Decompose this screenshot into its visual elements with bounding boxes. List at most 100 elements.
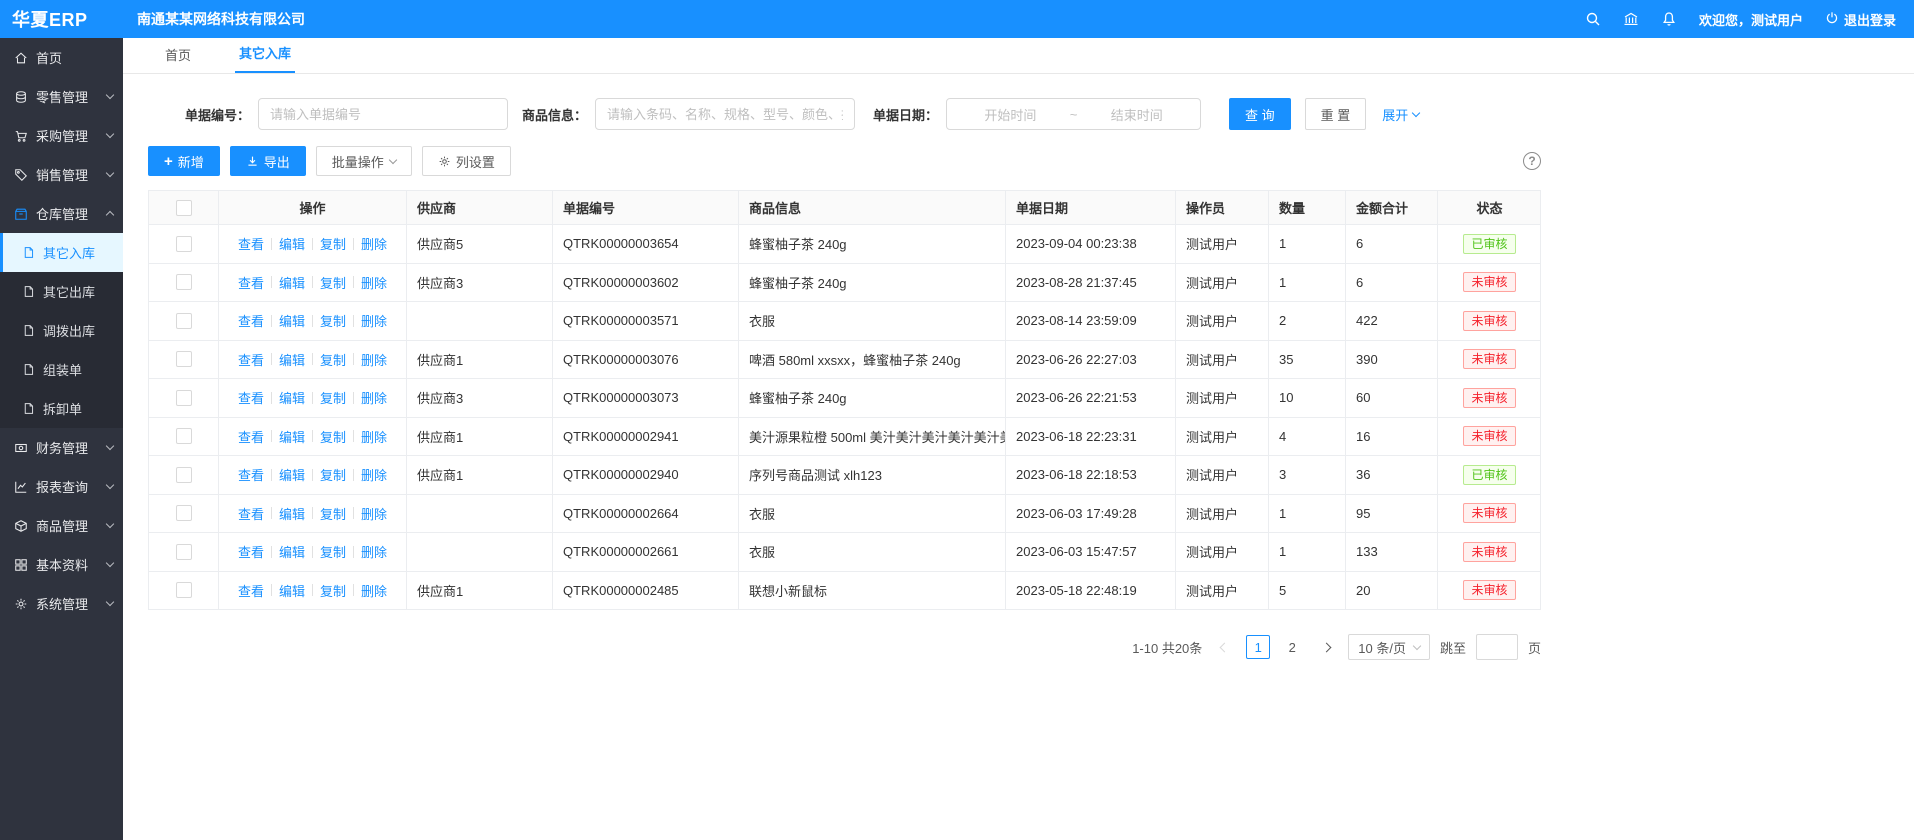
delete-link[interactable]: 删除: [361, 311, 387, 330]
expand-filters-link[interactable]: 展开: [1382, 105, 1419, 124]
divider: [353, 238, 354, 250]
view-link[interactable]: 查看: [238, 311, 264, 330]
row-checkbox[interactable]: [176, 467, 192, 483]
select-all-checkbox[interactable]: [176, 200, 192, 216]
edit-link[interactable]: 编辑: [279, 542, 305, 561]
sidebar-item-sales[interactable]: 销售管理: [0, 155, 123, 194]
row-checkbox[interactable]: [176, 274, 192, 290]
sidebar-subitem-assembly[interactable]: 组装单: [0, 350, 123, 389]
tab-home[interactable]: 首页: [161, 45, 195, 73]
delete-link[interactable]: 删除: [361, 581, 387, 600]
view-link[interactable]: 查看: [238, 234, 264, 253]
delete-link[interactable]: 删除: [361, 388, 387, 407]
copy-link[interactable]: 复制: [320, 350, 346, 369]
prev-page-button[interactable]: [1212, 635, 1236, 659]
view-link[interactable]: 查看: [238, 388, 264, 407]
qty-cell: 5: [1269, 572, 1346, 610]
welcome-text: 欢迎您，测试用户: [1699, 10, 1803, 29]
sidebar-item-purchase[interactable]: 采购管理: [0, 116, 123, 155]
view-link[interactable]: 查看: [238, 542, 264, 561]
date-range-input[interactable]: 开始时间 ~ 结束时间: [946, 98, 1201, 130]
export-button[interactable]: 导出: [230, 146, 306, 176]
column-settings-button[interactable]: 列设置: [422, 146, 511, 176]
sidebar-item-retail[interactable]: 零售管理: [0, 77, 123, 116]
copy-link[interactable]: 复制: [320, 388, 346, 407]
next-page-button[interactable]: [1314, 635, 1338, 659]
edit-link[interactable]: 编辑: [279, 234, 305, 253]
edit-link[interactable]: 编辑: [279, 427, 305, 446]
sidebar-subitem-disassembly[interactable]: 拆卸单: [0, 389, 123, 428]
divider: [271, 315, 272, 327]
edit-link[interactable]: 编辑: [279, 388, 305, 407]
delete-link[interactable]: 删除: [361, 504, 387, 523]
page-1-button[interactable]: 1: [1246, 635, 1270, 659]
sidebar-item-warehouse[interactable]: 仓库管理: [0, 194, 123, 233]
batch-operations-button[interactable]: 批量操作: [316, 146, 412, 176]
edit-link[interactable]: 编辑: [279, 465, 305, 484]
copy-link[interactable]: 复制: [320, 581, 346, 600]
delete-link[interactable]: 删除: [361, 350, 387, 369]
view-link[interactable]: 查看: [238, 504, 264, 523]
sidebar-subitem-other-inbound[interactable]: 其它入库: [0, 233, 123, 272]
copy-link[interactable]: 复制: [320, 273, 346, 292]
copy-link[interactable]: 复制: [320, 465, 346, 484]
row-checkbox[interactable]: [176, 428, 192, 444]
view-link[interactable]: 查看: [238, 581, 264, 600]
edit-link[interactable]: 编辑: [279, 311, 305, 330]
notification-bell-icon[interactable]: [1661, 11, 1677, 27]
row-checkbox[interactable]: [176, 313, 192, 329]
delete-link[interactable]: 删除: [361, 542, 387, 561]
row-checkbox[interactable]: [176, 582, 192, 598]
sidebar-subitem-transfer-outbound[interactable]: 调拨出库: [0, 311, 123, 350]
divider: [312, 546, 313, 558]
row-checkbox[interactable]: [176, 351, 192, 367]
reset-button[interactable]: 重 置: [1305, 98, 1367, 130]
page-size-select[interactable]: 10 条/页: [1348, 634, 1430, 660]
edit-link[interactable]: 编辑: [279, 350, 305, 369]
row-checkbox[interactable]: [176, 236, 192, 252]
copy-link[interactable]: 复制: [320, 311, 346, 330]
copy-link[interactable]: 复制: [320, 504, 346, 523]
sidebar-item-finance[interactable]: 财务管理: [0, 428, 123, 467]
row-actions: 查看 编辑 复制 删除: [219, 495, 407, 533]
tab-other-inbound[interactable]: 其它入库: [235, 43, 295, 73]
search-button[interactable]: 查 询: [1229, 98, 1291, 130]
sidebar-subitem-other-outbound[interactable]: 其它出库: [0, 272, 123, 311]
sidebar-item-products[interactable]: 商品管理: [0, 506, 123, 545]
tenant-icon[interactable]: [1623, 11, 1639, 27]
product-info-input[interactable]: [595, 98, 855, 130]
page-2-button[interactable]: 2: [1280, 635, 1304, 659]
view-link[interactable]: 查看: [238, 273, 264, 292]
view-link[interactable]: 查看: [238, 465, 264, 484]
copy-link[interactable]: 复制: [320, 542, 346, 561]
row-checkbox[interactable]: [176, 544, 192, 560]
edit-link[interactable]: 编辑: [279, 581, 305, 600]
edit-link[interactable]: 编辑: [279, 504, 305, 523]
delete-link[interactable]: 删除: [361, 234, 387, 253]
chevron-left-icon: [1219, 642, 1229, 652]
view-link[interactable]: 查看: [238, 427, 264, 446]
logout-button[interactable]: 退出登录: [1825, 10, 1896, 29]
row-checkbox[interactable]: [176, 505, 192, 521]
delete-link[interactable]: 删除: [361, 465, 387, 484]
view-link[interactable]: 查看: [238, 350, 264, 369]
edit-link[interactable]: 编辑: [279, 273, 305, 292]
delete-link[interactable]: 删除: [361, 427, 387, 446]
help-icon[interactable]: ?: [1523, 152, 1541, 170]
delete-link[interactable]: 删除: [361, 273, 387, 292]
doc-no-input[interactable]: [258, 98, 508, 130]
sidebar-item-home[interactable]: 首页: [0, 38, 123, 77]
header-product: 商品信息: [739, 191, 1006, 224]
date-cell: 2023-06-26 22:21:53: [1006, 379, 1176, 417]
search-icon[interactable]: [1585, 11, 1601, 27]
add-button[interactable]: + 新增: [148, 146, 220, 176]
sidebar-item-basic-data[interactable]: 基本资料: [0, 545, 123, 584]
copy-link[interactable]: 复制: [320, 234, 346, 253]
sidebar-item-system[interactable]: 系统管理: [0, 584, 123, 623]
jump-page-input[interactable]: [1476, 634, 1518, 660]
row-actions: 查看 编辑 复制 删除: [219, 572, 407, 610]
sidebar-item-reports[interactable]: 报表查询: [0, 467, 123, 506]
row-checkbox[interactable]: [176, 390, 192, 406]
basic-data-icon: [14, 558, 28, 572]
copy-link[interactable]: 复制: [320, 427, 346, 446]
